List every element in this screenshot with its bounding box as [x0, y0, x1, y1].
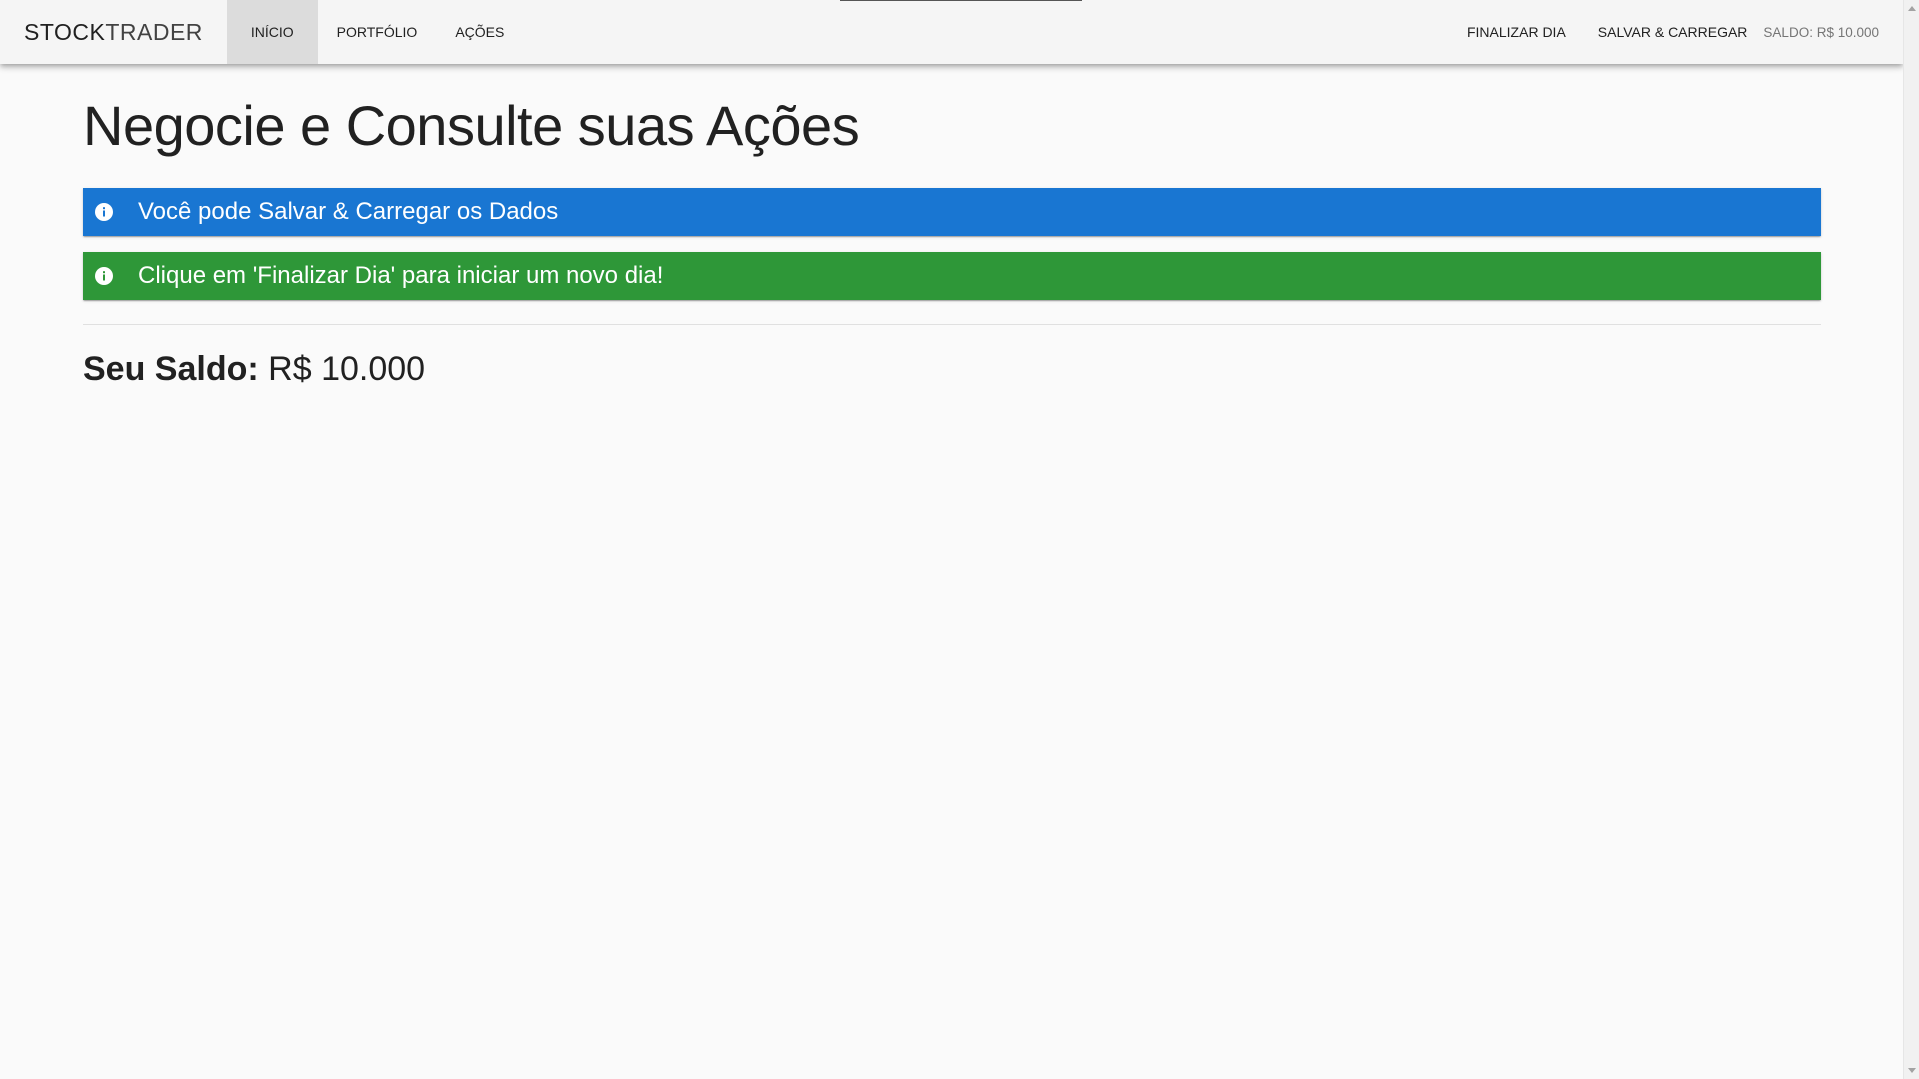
vertical-scrollbar[interactable] [1903, 0, 1919, 1079]
main-nav: Início Portfólio Ações [226, 0, 523, 64]
end-day-button[interactable]: Finalizar Dia [1451, 0, 1582, 64]
toolbar-actions: Finalizar Dia Salvar & Carregar SALDO: R… [1451, 0, 1903, 64]
balance-value: R$ 10.000 [268, 350, 426, 388]
nav-item-label: Portfólio [336, 24, 418, 40]
top-app-bar: STOCK TRADER Início Portfólio Ações Final… [0, 0, 1903, 64]
info-icon [93, 265, 115, 287]
success-alert: Clique em 'Finalizar Dia' para iniciar u… [83, 252, 1821, 300]
info-alert-text: Você pode Salvar & Carregar os Dados [138, 198, 559, 225]
nav-item-acoes[interactable]: Ações [436, 0, 523, 64]
divider [83, 324, 1821, 325]
brand-text-trader: TRADER [105, 18, 203, 45]
info-alert: Você pode Salvar & Carregar os Dados [83, 188, 1821, 236]
nav-item-label: Início [250, 24, 294, 40]
balance-display: Seu Saldo: R$ 10.000 [83, 349, 1821, 389]
save-load-button[interactable]: Salvar & Carregar [1582, 0, 1764, 64]
brand-logo[interactable]: STOCK TRADER [0, 0, 227, 64]
main-content: Negocie e Consulte suas Ações Você pode … [83, 64, 1821, 389]
nav-item-label: Ações [455, 24, 505, 40]
nav-item-portfolio[interactable]: Portfólio [318, 0, 437, 64]
info-icon [93, 201, 115, 223]
top-edge-strip [840, 0, 1082, 1]
page-title: Negocie e Consulte suas Ações [83, 94, 860, 157]
toolbar-balance-text: SALDO: R$ 10.000 [1763, 24, 1879, 40]
app-viewport: STOCK TRADER Início Portfólio Ações Final… [0, 0, 1919, 1079]
brand-text-stock: STOCK [24, 18, 106, 45]
success-alert-text: Clique em 'Finalizar Dia' para iniciar u… [138, 262, 664, 289]
scroll-up-arrow-icon[interactable] [1908, 6, 1916, 11]
nav-item-inicio[interactable]: Início [226, 0, 318, 64]
balance-label: Seu Saldo: [83, 350, 259, 388]
scroll-down-arrow-icon[interactable] [1908, 1068, 1916, 1073]
